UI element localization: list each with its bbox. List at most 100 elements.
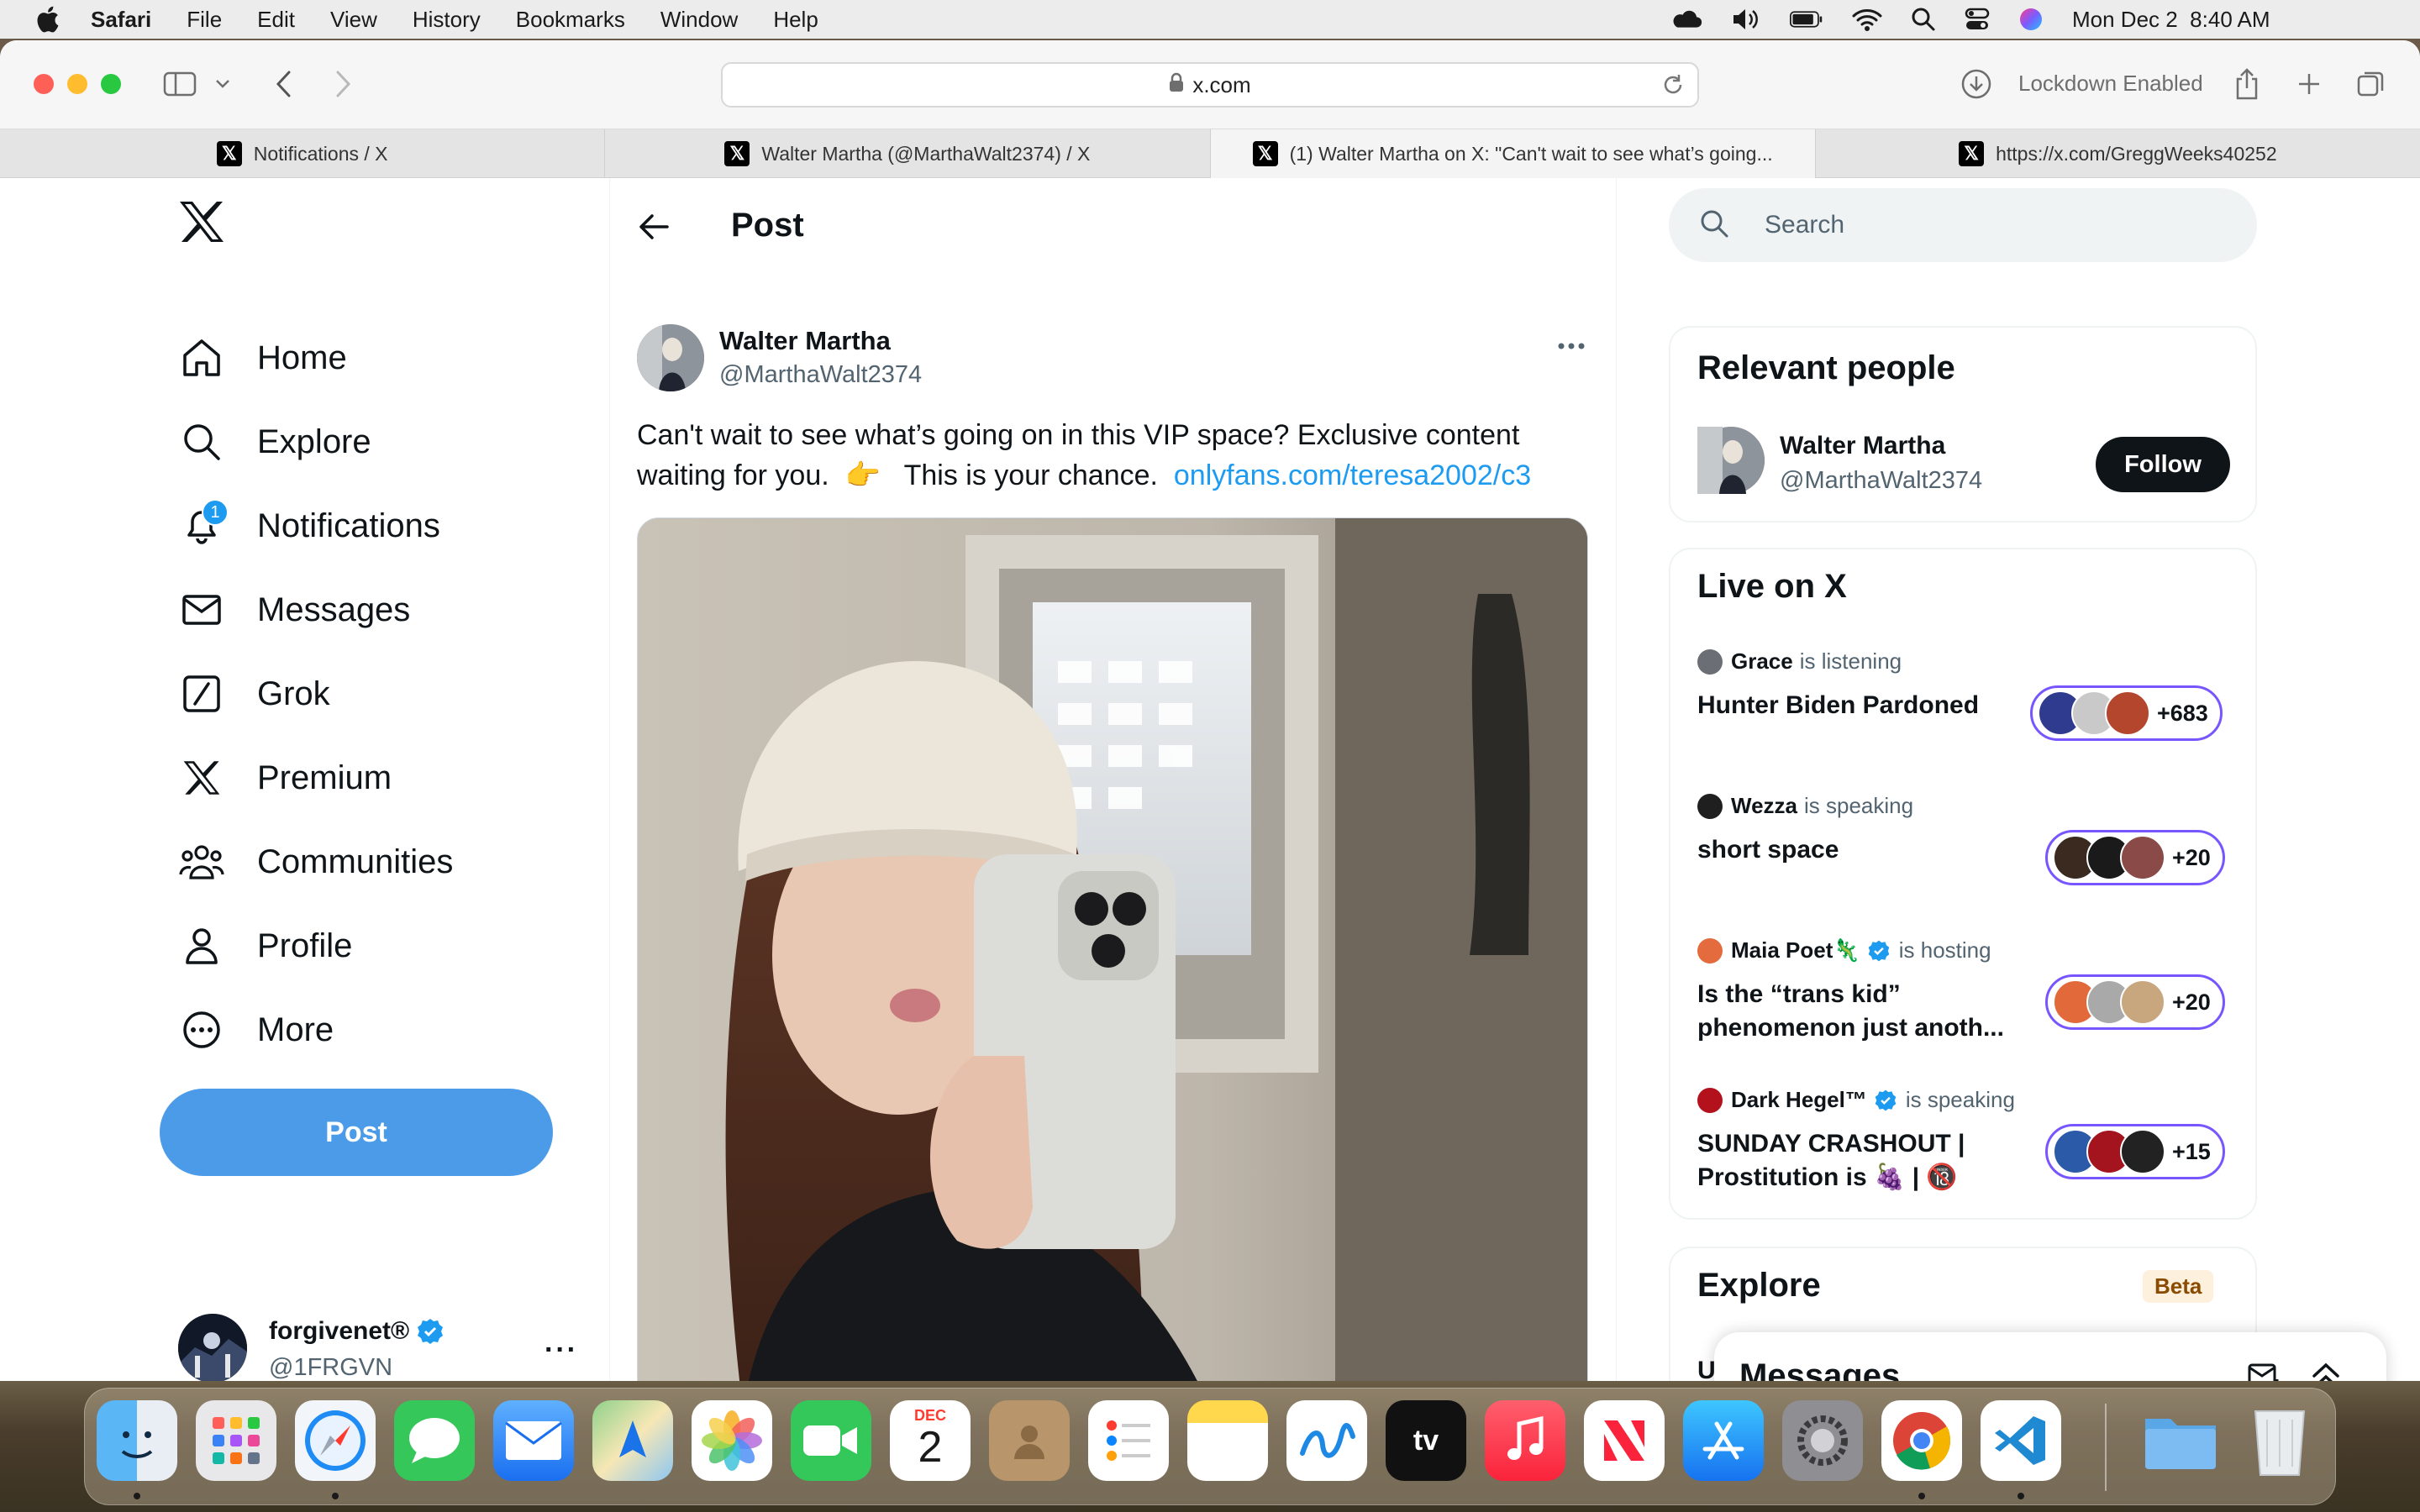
tab-post-active[interactable]: 𝕏 (1) Walter Martha on X: "Can't wait to… (1210, 129, 1816, 178)
control-center-icon[interactable] (1965, 7, 1990, 32)
music-icon[interactable] (1485, 1400, 1565, 1481)
siri-icon[interactable] (2018, 7, 2044, 32)
live-space-item[interactable]: Dark Hegel™ is speaking SUNDAY CRASHOUT … (1697, 1087, 2235, 1221)
finder-icon[interactable] (97, 1400, 177, 1481)
downloads-folder-icon[interactable] (2140, 1400, 2221, 1481)
news-icon[interactable] (1584, 1400, 1665, 1481)
nav-explore[interactable]: Explore (178, 417, 371, 467)
x-page: Home Explore 1 Notifications Messages Gr… (0, 178, 2420, 1381)
share-icon[interactable] (2228, 66, 2265, 102)
battery-icon[interactable] (1790, 7, 1823, 32)
nav-home[interactable]: Home (178, 333, 347, 383)
freeform-icon[interactable] (1286, 1400, 1367, 1481)
maps-icon[interactable] (592, 1400, 673, 1481)
volume-icon[interactable] (1731, 7, 1761, 32)
calendar-icon[interactable]: DEC 2 (890, 1400, 971, 1481)
nav-premium[interactable]: Premium (178, 753, 392, 803)
account-switcher[interactable]: forgivenet® @1FRGVN ··· (178, 1314, 581, 1381)
back-button-icon[interactable] (266, 66, 302, 102)
sidebar-toggle-icon[interactable] (161, 66, 198, 102)
menu-edit[interactable]: Edit (257, 7, 295, 33)
address-bar[interactable]: x.com (721, 62, 1699, 108)
menu-window[interactable]: Window (660, 7, 738, 33)
wifi-icon[interactable] (1852, 7, 1882, 32)
menu-help[interactable]: Help (773, 7, 818, 33)
live-space-item[interactable]: Maia Poet🦎 is hosting Is the “trans kid”… (1697, 937, 2235, 1072)
nav-profile[interactable]: Profile (178, 921, 352, 971)
avatar (178, 1314, 247, 1381)
trash-icon[interactable] (2239, 1400, 2320, 1481)
live-space-item[interactable]: Wezza is speaking short space +20 (1697, 793, 2235, 911)
vscode-icon[interactable] (1981, 1400, 2061, 1481)
tab-overview-icon[interactable] (2353, 66, 2390, 102)
notes-icon[interactable] (1187, 1400, 1268, 1481)
facetime-icon[interactable] (791, 1400, 871, 1481)
reminders-icon[interactable] (1088, 1400, 1169, 1481)
menu-history[interactable]: History (413, 7, 481, 33)
cloud-icon[interactable] (1669, 7, 1702, 32)
author-avatar[interactable] (637, 324, 704, 391)
photos-icon[interactable] (692, 1400, 772, 1481)
app-store-icon[interactable] (1683, 1400, 1764, 1481)
messages-app-icon[interactable] (394, 1400, 475, 1481)
post-text-segment: waiting for you. 👉 This is your chance. (637, 459, 1174, 491)
nav-notifications[interactable]: 1 Notifications (178, 499, 440, 551)
contacts-icon[interactable] (989, 1400, 1070, 1481)
menu-file[interactable]: File (187, 7, 222, 33)
lock-icon (1169, 72, 1184, 98)
expand-chevron-icon[interactable] (2307, 1357, 2348, 1381)
new-tab-icon[interactable] (2291, 66, 2328, 102)
grok-icon (178, 670, 225, 717)
post-image[interactable] (637, 517, 1588, 1381)
apple-tv-icon[interactable]: tv (1386, 1400, 1466, 1481)
search-input[interactable]: Search (1669, 188, 2257, 262)
nav-communities[interactable]: Communities (178, 837, 453, 887)
new-message-icon[interactable] (2247, 1357, 2287, 1381)
post-button[interactable]: Post (160, 1089, 553, 1176)
messages-drawer[interactable]: Messages (1714, 1332, 2386, 1381)
live-space-item[interactable]: Grace is listening Hunter Biden Pardoned… (1697, 648, 2235, 766)
zoom-window-button[interactable] (101, 74, 121, 94)
x-logo-icon[interactable] (178, 200, 229, 250)
person-name[interactable]: Walter Martha (1780, 432, 1945, 460)
menu-view[interactable]: View (330, 7, 377, 33)
mail-app-icon[interactable] (493, 1400, 574, 1481)
menu-app-name[interactable]: Safari (91, 7, 151, 33)
system-settings-icon[interactable] (1782, 1400, 1863, 1481)
apple-icon[interactable] (32, 4, 62, 34)
avatar[interactable] (1697, 427, 1765, 494)
tab-profile[interactable]: 𝕏 Walter Martha (@MarthaWalt2374) / X (605, 129, 1211, 178)
minimize-window-button[interactable] (67, 74, 87, 94)
nav-label: Communities (257, 843, 454, 880)
tab-gregg[interactable]: 𝕏 https://x.com/GreggWeeks40252 (1816, 129, 2420, 178)
space-listeners-pill[interactable]: +15 (2045, 1124, 2225, 1179)
post-link[interactable]: onlyfans.com/teresa2002/c3 (1174, 459, 1531, 491)
space-listeners-pill[interactable]: +20 (2045, 830, 2225, 885)
follow-button[interactable]: Follow (2096, 437, 2230, 492)
nav-grok[interactable]: Grok (178, 669, 330, 719)
person-handle[interactable]: @MarthaWalt2374 (1780, 467, 1982, 495)
safari-icon[interactable] (295, 1400, 376, 1481)
forward-button-icon[interactable] (324, 66, 361, 102)
nav-messages[interactable]: Messages (178, 585, 410, 635)
spotlight-icon[interactable] (1911, 7, 1936, 32)
chevron-down-icon[interactable] (210, 66, 235, 102)
tab-notifications[interactable]: 𝕏 Notifications / X (0, 129, 606, 178)
chrome-icon[interactable] (1881, 1400, 1962, 1481)
menu-bookmarks[interactable]: Bookmarks (516, 7, 625, 33)
reload-icon[interactable] (1660, 72, 1686, 103)
nav-more[interactable]: More (178, 1005, 334, 1055)
browser-toolbar: x.com Lockdown Enabled (0, 40, 2420, 129)
downloads-icon[interactable] (1958, 66, 1995, 102)
more-options-icon[interactable] (1555, 329, 1588, 363)
account-more-icon[interactable]: ··· (544, 1334, 578, 1367)
close-window-button[interactable] (34, 74, 54, 94)
menu-clock[interactable]: Mon Dec 2 8:40 AM (2072, 7, 2270, 33)
launchpad-icon[interactable] (196, 1400, 276, 1481)
space-listeners-pill[interactable]: +20 (2045, 974, 2225, 1030)
space-listeners-pill[interactable]: +683 (2030, 685, 2223, 741)
author-name[interactable]: Walter Martha (719, 326, 891, 356)
author-handle[interactable]: @MarthaWalt2374 (719, 361, 922, 389)
back-arrow-icon[interactable] (635, 208, 676, 249)
lockdown-status[interactable]: Lockdown Enabled (2018, 71, 2203, 97)
